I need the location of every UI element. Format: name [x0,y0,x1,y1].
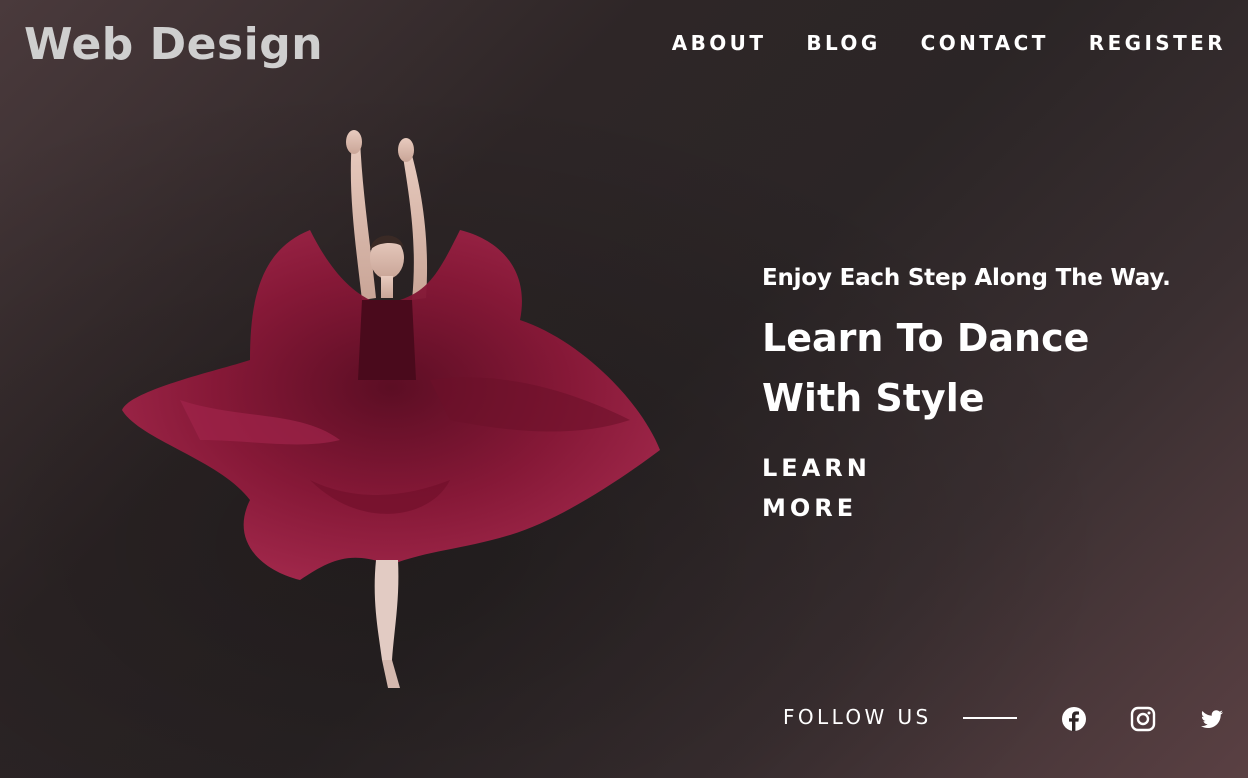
nav-blog[interactable]: BLOG [806,29,880,57]
dancer-image [122,130,660,688]
hero-tagline: Enjoy Each Step Along The Way. [762,265,1171,291]
learn-more-button[interactable]: LEARN MORE [762,448,902,528]
facebook-icon[interactable] [1061,706,1087,732]
instagram-icon[interactable] [1130,706,1156,732]
hero-headline: Learn To Dance With Style [762,316,1090,420]
twitter-icon[interactable] [1199,706,1225,732]
main-nav: ABOUT BLOG CONTACT REGISTER [672,29,1226,57]
follow-divider [963,717,1017,719]
follow-us-label: FOLLOW US [783,705,932,729]
nav-contact[interactable]: CONTACT [921,29,1049,57]
site-logo[interactable]: Web Design [24,16,323,74]
nav-about[interactable]: ABOUT [672,29,767,57]
hero-section: Enjoy Each Step Along The Way. Learn To … [762,262,1222,528]
nav-register[interactable]: REGISTER [1089,29,1226,57]
